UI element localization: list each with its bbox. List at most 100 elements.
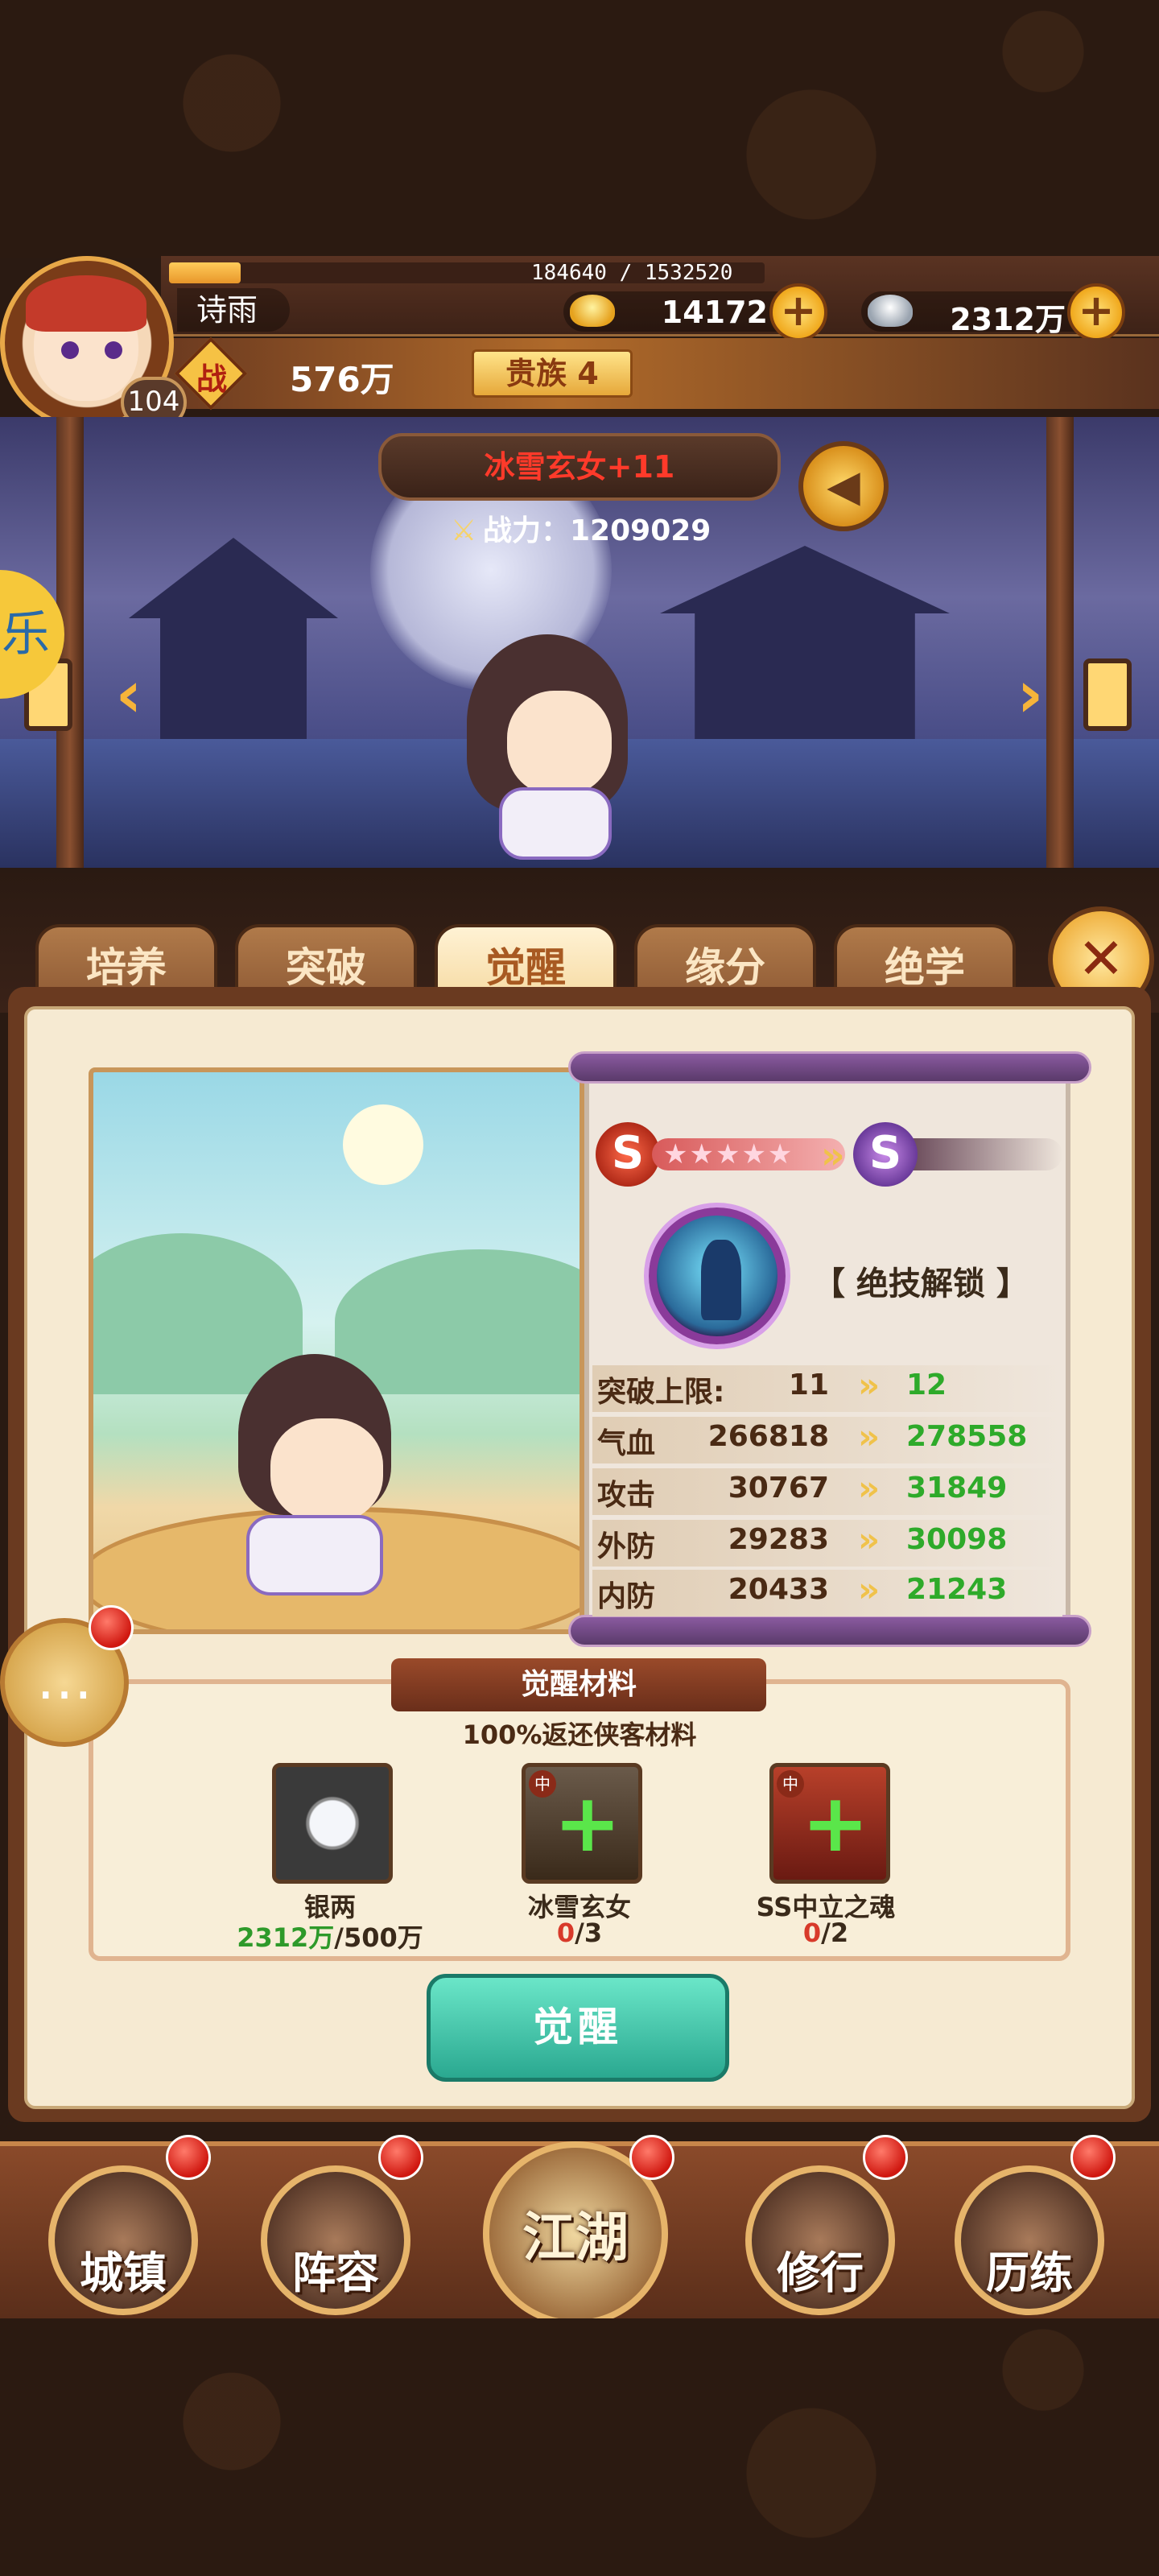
stat-old-value: 11 [788,1368,829,1402]
stat-row-hp: 气血 266818 » 278558 [592,1417,1062,1463]
pavilion-silhouette [660,546,950,739]
next-grade-strip [909,1138,1062,1170]
player-power: 576万 [290,360,394,399]
stat-old-value: 29283 [728,1523,829,1556]
avatar-eye [105,341,122,359]
hero-face [270,1418,383,1523]
nav-town[interactable]: 城镇 [48,2165,198,2315]
voice-button[interactable]: ◀ [798,441,889,531]
sun [343,1104,423,1185]
hero-robe [246,1515,383,1596]
material-soul[interactable]: 中 + [769,1763,890,1884]
avatar-eye [61,341,79,359]
nav-trials[interactable]: 历练 [955,2165,1104,2315]
ultimate-skill-icon[interactable] [649,1208,786,1344]
materials-subtitle: 100%返还侠客材料 [462,1719,697,1750]
lantern-icon [1083,658,1132,731]
stat-label: 突破上限: [597,1376,725,1409]
stat-new-value: 12 [906,1368,947,1402]
stat-arrow-icon: » [858,1468,881,1508]
exp-text: 184640 / 1532520 [531,261,733,285]
stat-row-inner-defense: 内防 20433 » 21243 [592,1570,1062,1616]
nav-label: 修行 [777,2248,864,2298]
stat-new-value: 21243 [906,1573,1008,1606]
stat-old-value: 30767 [728,1472,829,1505]
material-tag: 中 [777,1770,804,1798]
material-have: 2312万 [237,1922,335,1953]
power-bar: 战 576万 贵族 4 [161,336,1159,411]
noble-badge[interactable]: 贵族 4 [472,349,633,398]
hero-power-value: 战力：1209029 [483,514,711,547]
prev-hero-button[interactable]: ‹ [105,658,153,731]
grade-current-icon: S [596,1122,660,1187]
hero-robe [499,787,612,860]
top-backdrop [0,0,1159,258]
hero-portrait [89,1067,584,1634]
material-count: 0/2 [705,1918,947,1948]
notification-dot [863,2135,908,2180]
material-need: /3 [575,1918,603,1948]
hero-sprite [435,626,660,868]
add-gold-button[interactable]: + [769,283,827,341]
nav-label: 江湖 [522,2207,629,2268]
material-count: 2312万/500万 [209,1918,451,1955]
close-icon: ✕ [1077,926,1125,992]
hero-power: ⚔ 战力：1209029 [451,507,711,549]
stat-old-value: 20433 [728,1573,829,1606]
nav-label: 历练 [986,2248,1073,2298]
stat-label: 攻击 [597,1479,656,1512]
chevron-right-icon: › [1017,657,1044,732]
stat-old-value: 266818 [707,1420,829,1453]
speaker-icon: ◀ [827,460,860,511]
hero-face [507,691,612,795]
material-hero-shard[interactable]: 中 + [522,1763,642,1884]
stat-arrow-icon: » [858,1520,881,1559]
notification-dot [89,1605,134,1650]
stat-new-value: 31849 [906,1472,1008,1505]
player-name: 诗雨 [177,288,290,332]
notification-dot [378,2135,423,2180]
player-header: 184640 / 1532520 诗雨 14172 + 2312万 + 战 57… [0,256,1159,430]
right-pillar [1046,417,1074,868]
nav-training[interactable]: 修行 [745,2165,895,2315]
crossed-swords-icon: ⚔ [451,514,477,547]
temple-silhouette [129,538,338,739]
chevron-left-icon: ‹ [115,657,142,732]
scroll-rod-bottom [568,1615,1091,1647]
gold-ingot-icon [570,295,615,327]
upgrade-arrow-icon: » [821,1133,845,1177]
material-silver[interactable] [272,1763,393,1884]
stat-label: 内防 [597,1580,656,1613]
nav-label: 城镇 [80,2248,167,2298]
hero-scene: 乐 冰雪玄女+11 ⚔ 战力：1209029 ◀ ‹ › [0,417,1159,868]
stat-arrow-icon: » [858,1417,881,1456]
stat-row-outer-defense: 外防 29283 » 30098 [592,1520,1062,1567]
add-silver-button[interactable]: + [1067,283,1125,341]
exp-fill [169,262,241,283]
materials-title: 觉醒材料 [391,1658,766,1711]
next-hero-button[interactable]: › [1006,658,1054,731]
stat-new-value: 278558 [906,1420,1028,1453]
battle-badge-label: 战 [196,361,227,397]
plus-icon: + [554,1776,621,1870]
nav-label: 阵容 [292,2248,379,2298]
notification-dot [629,2135,674,2180]
material-need: /500万 [334,1922,423,1953]
nav-lineup[interactable]: 阵容 [261,2165,410,2315]
stat-row-attack: 攻击 30767 » 31849 [592,1468,1062,1515]
awaken-button[interactable]: 觉醒 [427,1974,729,2082]
avatar-headdress [26,275,146,332]
material-need: /2 [821,1918,849,1948]
notification-dot [1070,2135,1116,2180]
material-have: 0 [802,1918,822,1948]
scroll-rod-top [568,1051,1091,1084]
stat-row-breakthrough: 突破上限: 11 » 12 [592,1365,1062,1412]
chat-bubble-icon: … [36,1646,93,1712]
grade-next-icon: S [853,1122,918,1187]
silver-value: 2312万 [950,302,1066,337]
stat-arrow-icon: » [858,1570,881,1609]
material-count: 0/3 [459,1918,700,1948]
silver-counter: 2312万 + [861,283,1125,341]
stat-label: 外防 [597,1530,656,1563]
gold-counter: 14172 + [563,283,827,341]
